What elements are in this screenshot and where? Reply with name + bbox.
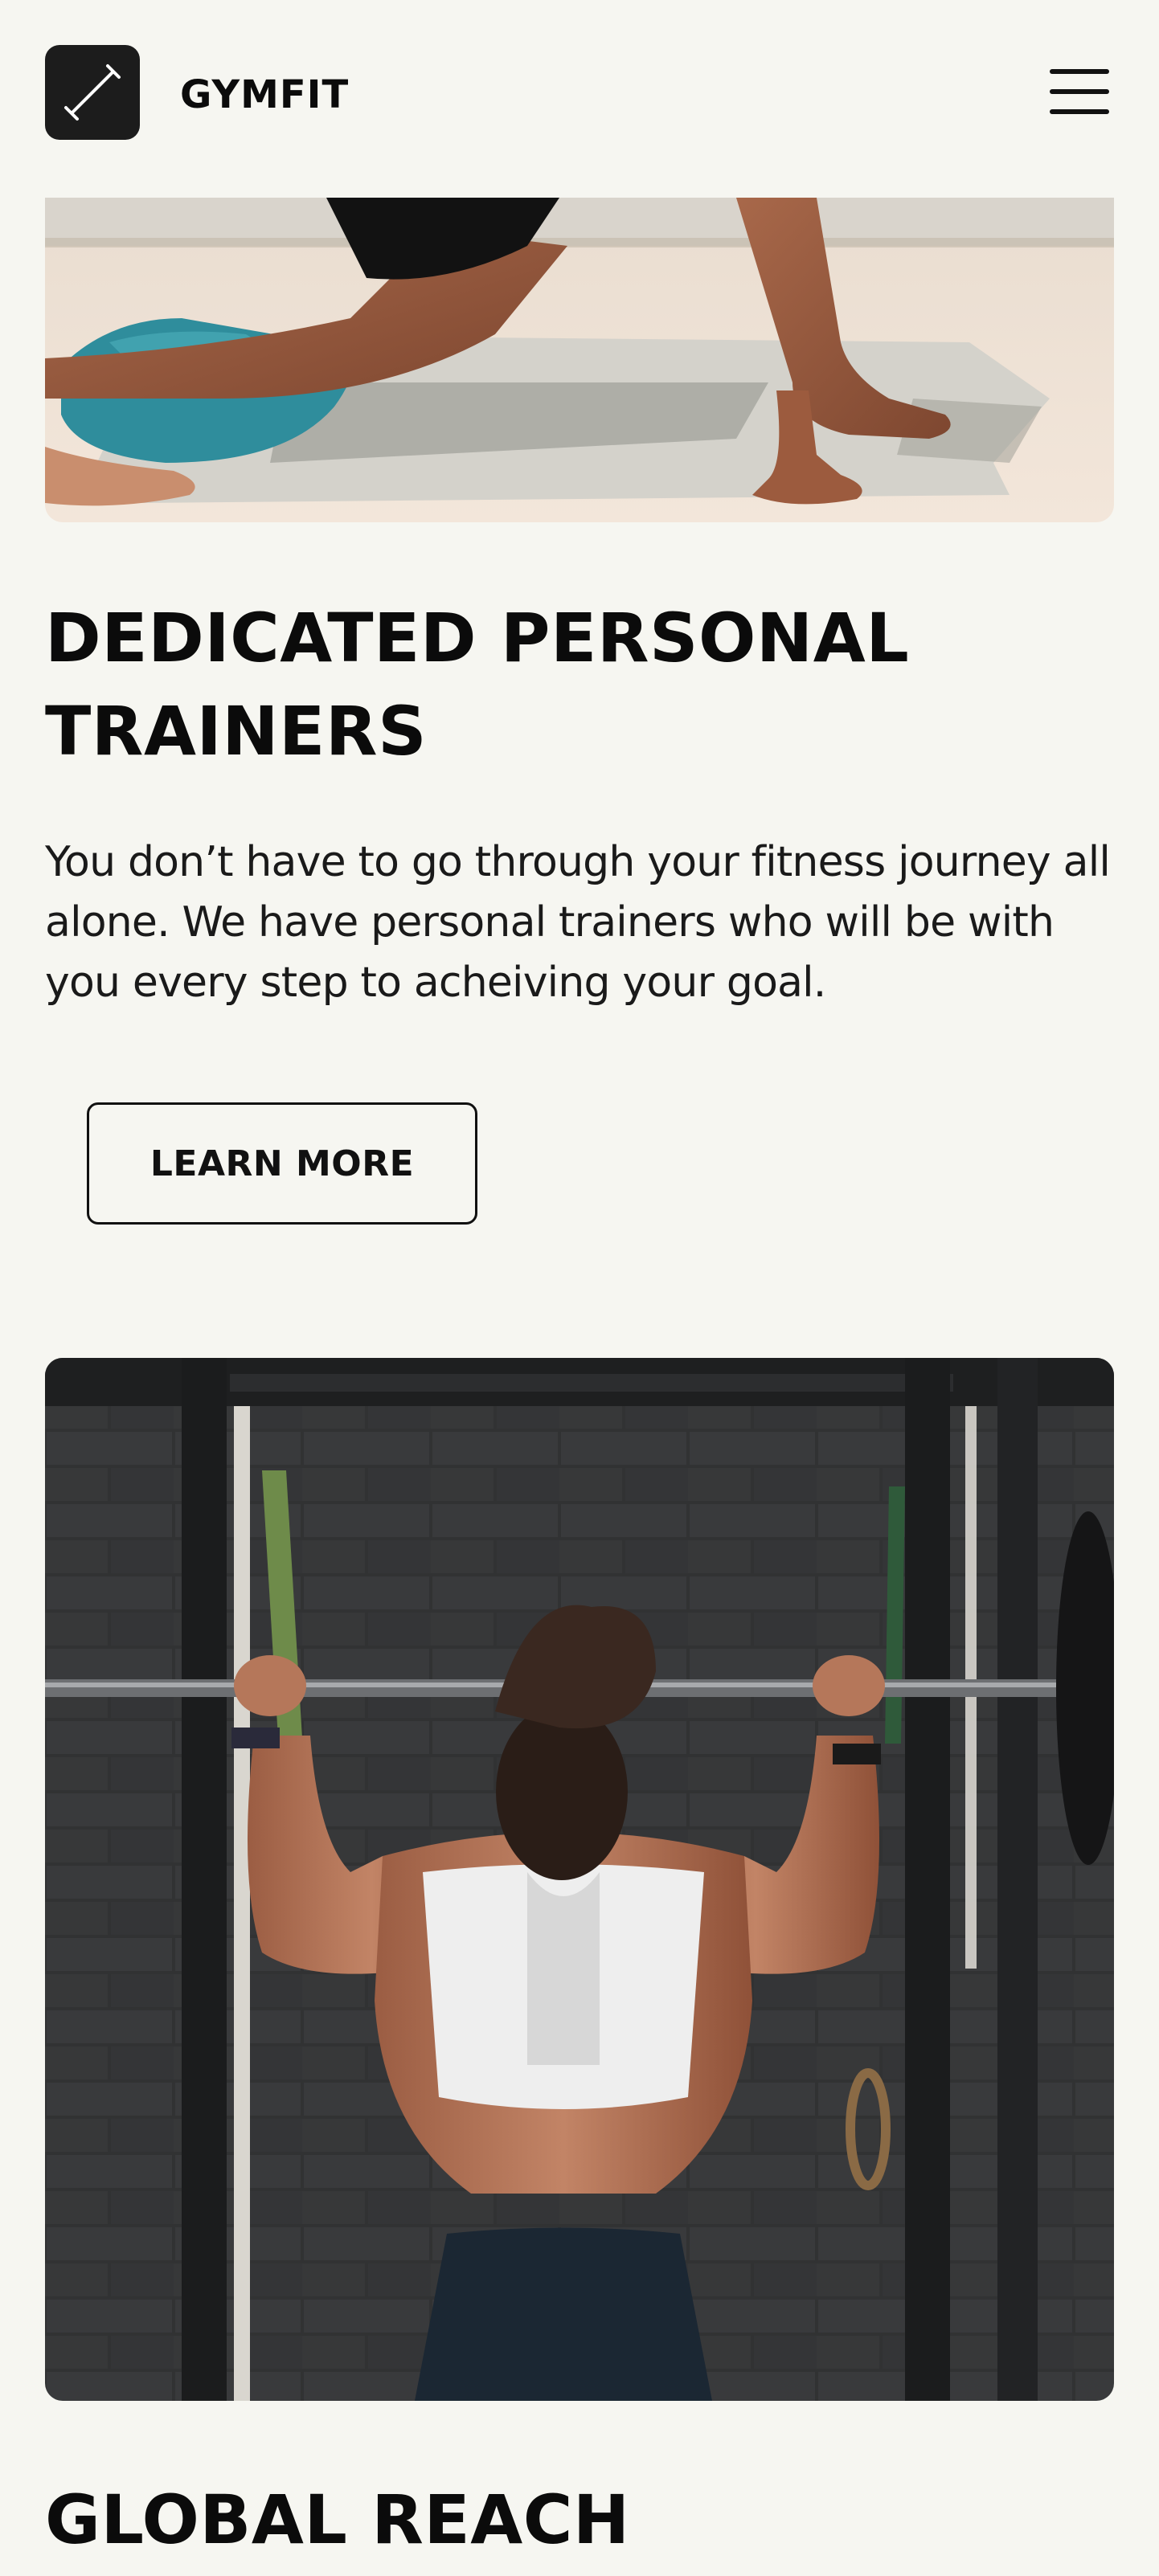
logo[interactable] — [45, 45, 140, 140]
section-title: GLOBAL REACH — [45, 2480, 630, 2559]
section-title: DEDICATED PERSONAL TRAINERS — [45, 599, 910, 771]
section-description: You don’t have to go through your fitnes… — [45, 838, 1111, 1007]
trainers-image — [45, 198, 1114, 522]
global-reach-image — [45, 1358, 1114, 2401]
learn-more-button[interactable]: LEARN MORE — [87, 1102, 477, 1225]
dumbbell-diagonal-icon — [64, 64, 121, 121]
site-header: GYMFIT — [0, 0, 1159, 198]
hamburger-menu-icon[interactable] — [1050, 69, 1109, 114]
brand-name[interactable]: GYMFIT — [180, 76, 349, 114]
